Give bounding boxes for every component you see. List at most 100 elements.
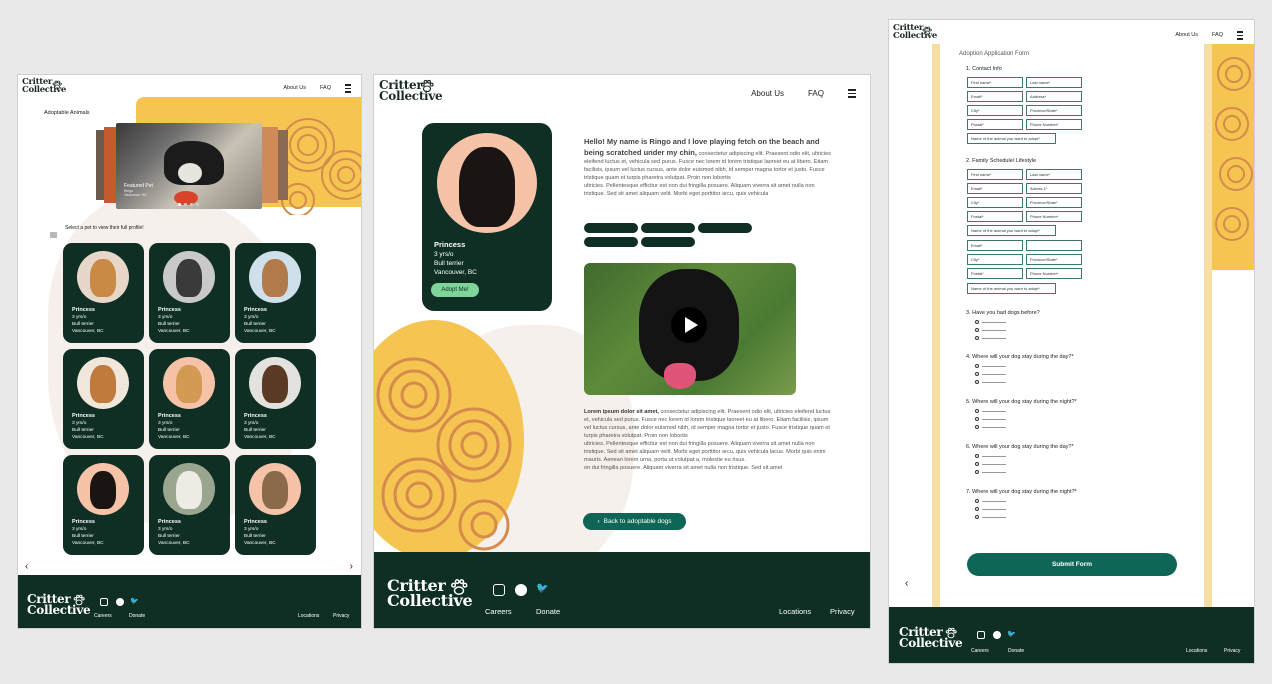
footer-locations[interactable]: Locations <box>298 613 319 619</box>
first-name-field[interactable]: First name* <box>967 77 1023 88</box>
radio-option[interactable] <box>975 380 1006 384</box>
featured-pet-card[interactable]: Featured Pet Ringo Vancouver, BC <box>116 123 262 209</box>
radio-option[interactable] <box>975 364 1006 368</box>
radio-circle-icon[interactable] <box>975 409 979 413</box>
postal-field-2[interactable]: Postal* <box>967 211 1023 222</box>
next-arrow-icon[interactable]: › <box>350 561 353 572</box>
nav-faq[interactable]: FAQ <box>1212 32 1223 38</box>
back-button[interactable]: ‹ Back to adoptable dogs <box>583 513 686 530</box>
pet-card[interactable]: Princess 3 yrs/o Bull terrier Vancouver, BC <box>149 349 230 449</box>
phone-field-3[interactable]: Phone Number* <box>1026 268 1082 279</box>
filter-icon[interactable] <box>50 225 57 243</box>
radio-option[interactable] <box>975 372 1006 376</box>
facebook-icon[interactable] <box>515 584 527 596</box>
blank-field[interactable] <box>1026 240 1082 251</box>
radio-circle-icon[interactable] <box>975 425 979 429</box>
footer-locations[interactable]: Locations <box>779 607 811 616</box>
radio-option[interactable] <box>975 515 1006 519</box>
submit-button[interactable]: Submit Form <box>967 553 1177 576</box>
instagram-icon[interactable] <box>100 598 108 606</box>
nav-about[interactable]: About Us <box>283 85 306 91</box>
radio-circle-icon[interactable] <box>975 417 979 421</box>
nav-faq[interactable]: FAQ <box>320 85 331 91</box>
pet-card[interactable]: Princess 3 yrs/o Bull terrier Vancouver, BC <box>63 455 144 555</box>
animal-name-field-3[interactable]: Name of the animal you want to adopt* <box>967 283 1056 294</box>
footer-careers[interactable]: Careers <box>971 648 989 654</box>
facebook-icon[interactable] <box>116 598 124 606</box>
animal-name-field-2[interactable]: Name of the animal you want to adopt* <box>967 225 1056 236</box>
address-field-2[interactable]: Adress 1* <box>1026 183 1082 194</box>
facebook-icon[interactable] <box>993 631 1001 639</box>
radio-circle-icon[interactable] <box>975 470 979 474</box>
radio-option[interactable] <box>975 336 1006 340</box>
menu-icon[interactable] <box>848 87 856 100</box>
radio-circle-icon[interactable] <box>975 462 979 466</box>
pet-card[interactable]: Princess 3 yrs/o Bull terrier Vancouver, BC <box>63 349 144 449</box>
instagram-icon[interactable] <box>977 631 985 639</box>
carousel-dot-1[interactable] <box>178 203 181 206</box>
carousel-dot-2[interactable] <box>184 203 187 206</box>
radio-option[interactable] <box>975 409 1006 413</box>
radio-circle-icon[interactable] <box>975 515 979 519</box>
menu-icon[interactable] <box>1237 29 1243 42</box>
phone-field-2[interactable]: Phone Number* <box>1026 211 1082 222</box>
province-field-2[interactable]: Province/State* <box>1026 197 1082 208</box>
carousel-dot-4[interactable] <box>196 203 199 206</box>
address-field[interactable]: Address* <box>1026 91 1082 102</box>
last-name-field-2[interactable]: Last name* <box>1026 169 1082 180</box>
pet-card[interactable]: Princess 3 yrs/o Bull terrier Vancouver, BC <box>149 243 230 343</box>
email-field[interactable]: Email* <box>967 91 1023 102</box>
pet-card[interactable]: Princess 3 yrs/o Bull terrier Vancouver, BC <box>63 243 144 343</box>
city-field[interactable]: City* <box>967 105 1023 116</box>
footer-donate[interactable]: Donate <box>536 607 560 616</box>
radio-circle-icon[interactable] <box>975 372 979 376</box>
carousel-dot-3[interactable] <box>190 203 193 206</box>
footer-locations[interactable]: Locations <box>1186 648 1207 654</box>
province-field[interactable]: Province/State* <box>1026 105 1082 116</box>
radio-option[interactable] <box>975 320 1006 324</box>
radio-option[interactable] <box>975 499 1006 503</box>
first-name-field-2[interactable]: First name* <box>967 169 1023 180</box>
radio-circle-icon[interactable] <box>975 507 979 511</box>
radio-option[interactable] <box>975 454 1006 458</box>
animal-name-field[interactable]: Name of the animal you want to adopt* <box>967 133 1056 144</box>
twitter-icon[interactable]: 🐦 <box>130 597 139 605</box>
nav-about[interactable]: About Us <box>1175 32 1198 38</box>
footer-donate[interactable]: Donate <box>1008 648 1024 654</box>
pet-card[interactable]: Princess 3 yrs/o Bull terrier Vancouver, BC <box>235 349 316 449</box>
radio-circle-icon[interactable] <box>975 380 979 384</box>
footer-privacy[interactable]: Privacy <box>333 613 349 619</box>
adopt-button[interactable]: Adopt Me! <box>431 283 479 297</box>
radio-circle-icon[interactable] <box>975 320 979 324</box>
footer-donate[interactable]: Donate <box>129 613 145 619</box>
back-arrow-icon[interactable]: ‹ <box>905 578 908 589</box>
footer-privacy[interactable]: Privacy <box>1224 648 1240 654</box>
prev-arrow-icon[interactable]: ‹ <box>25 561 28 572</box>
footer-privacy[interactable]: Privacy <box>830 607 855 616</box>
pet-card[interactable]: Princess 3 yrs/o Bull terrier Vancouver, BC <box>149 455 230 555</box>
radio-option[interactable] <box>975 417 1006 421</box>
last-name-field[interactable]: Last name* <box>1026 77 1082 88</box>
radio-circle-icon[interactable] <box>975 328 979 332</box>
menu-icon[interactable] <box>345 82 351 95</box>
radio-option[interactable] <box>975 507 1006 511</box>
radio-option[interactable] <box>975 470 1006 474</box>
radio-circle-icon[interactable] <box>975 364 979 368</box>
email-field-3[interactable]: Email* <box>967 240 1023 251</box>
nav-about[interactable]: About Us <box>751 89 784 98</box>
postal-field[interactable]: Postal* <box>967 119 1023 130</box>
radio-circle-icon[interactable] <box>975 499 979 503</box>
footer-careers[interactable]: Careers <box>485 607 512 616</box>
nav-faq[interactable]: FAQ <box>808 89 824 98</box>
radio-circle-icon[interactable] <box>975 336 979 340</box>
city-field-2[interactable]: City* <box>967 197 1023 208</box>
twitter-icon[interactable]: 🐦 <box>536 583 548 594</box>
radio-circle-icon[interactable] <box>975 454 979 458</box>
video-player[interactable] <box>584 263 796 395</box>
play-icon[interactable] <box>671 307 707 343</box>
phone-field[interactable]: Phone Number* <box>1026 119 1082 130</box>
pet-card[interactable]: Princess 3 yrs/o Bull terrier Vancouver, BC <box>235 243 316 343</box>
radio-option[interactable] <box>975 425 1006 429</box>
province-field-3[interactable]: Province/State* <box>1026 254 1082 265</box>
twitter-icon[interactable]: 🐦 <box>1007 630 1016 638</box>
